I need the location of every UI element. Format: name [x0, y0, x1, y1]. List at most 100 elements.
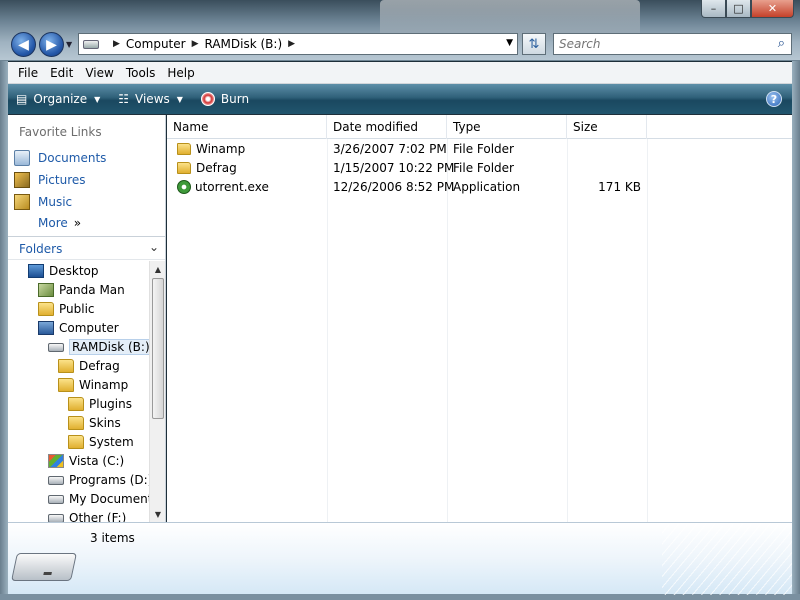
favorite-music[interactable]: Music	[14, 194, 72, 210]
favorite-more-link[interactable]: More »	[38, 216, 81, 230]
views-dropdown-icon: ▼	[176, 94, 183, 104]
column-header-date-modified[interactable]: Date modified	[327, 115, 447, 139]
scrollbar-thumb[interactable]	[152, 278, 164, 419]
tree-item-my-document[interactable]: My Document	[48, 490, 149, 508]
tree-item-label: Computer	[59, 321, 119, 335]
window-controls: – □ ✕	[701, 0, 794, 18]
file-name-cell: Winamp	[177, 142, 245, 156]
folders-header[interactable]: Folders ⌄	[8, 236, 165, 260]
tree-item-ramdisk[interactable]: RAMDisk (B:)	[48, 338, 149, 356]
file-date: 12/26/2006 8:52 PM	[333, 180, 455, 194]
views-button[interactable]: ☷ Views ▼	[118, 92, 183, 106]
drive-icon	[48, 513, 64, 522]
collapse-chevron-icon[interactable]: ⌄	[149, 240, 159, 254]
folders-header-label: Folders	[19, 242, 63, 256]
forward-button[interactable]: ▶	[39, 32, 64, 57]
menu-view[interactable]: View	[85, 66, 113, 80]
file-type: File Folder	[453, 142, 514, 156]
folder-tree-scrollbar[interactable]: ▲ ▼	[149, 261, 165, 522]
file-name: utorrent.exe	[195, 180, 269, 194]
drive-icon	[83, 39, 99, 49]
favorite-pictures[interactable]: Pictures	[14, 172, 86, 188]
breadcrumb-computer[interactable]: Computer	[126, 37, 186, 51]
views-icon: ☷	[118, 92, 130, 106]
file-row-winamp[interactable]: Winamp 3/26/2007 7:02 PM File Folder	[167, 140, 647, 159]
folder-icon	[58, 359, 74, 373]
menu-tools[interactable]: Tools	[126, 66, 156, 80]
navigation-pane: Favorite Links Documents Pictures Music …	[8, 115, 166, 522]
window-frame-left	[0, 61, 8, 600]
tree-item-label: Vista (C:)	[69, 454, 125, 468]
tree-item-plugins[interactable]: Plugins	[68, 395, 132, 413]
address-bar[interactable]: ▶ Computer ▶ RAMDisk (B:) ▶ ▼	[78, 33, 518, 55]
forward-arrow-icon: ▶	[46, 36, 57, 53]
tree-item-skins[interactable]: Skins	[68, 414, 121, 432]
file-row-utorrent[interactable]: utorrent.exe 12/26/2006 8:52 PM Applicat…	[167, 178, 647, 197]
file-name-cell: utorrent.exe	[177, 180, 269, 194]
search-icon[interactable]: ⌕	[778, 36, 785, 51]
details-pane: 3 items	[8, 522, 792, 595]
tree-item-other-f[interactable]: Other (F:)	[48, 509, 126, 522]
breadcrumb-chevron-icon[interactable]: ▶	[192, 39, 199, 49]
folder-icon	[38, 302, 54, 316]
tree-item-programs-d[interactable]: Programs (D:)	[48, 471, 149, 489]
burn-button[interactable]: Burn	[200, 92, 250, 106]
file-row-defrag[interactable]: Defrag 1/15/2007 10:22 PM File Folder	[167, 159, 647, 178]
breadcrumb-chevron-icon[interactable]: ▶	[288, 39, 295, 49]
refresh-button[interactable]: ⇅	[522, 33, 546, 55]
recent-pages-dropdown[interactable]: ▼	[66, 40, 72, 49]
tree-item-desktop[interactable]: Desktop	[28, 262, 99, 280]
tree-item-public[interactable]: Public	[38, 300, 95, 318]
favorite-more-label: More	[38, 216, 68, 230]
favorite-music-label: Music	[38, 195, 73, 209]
tree-item-label: My Document	[69, 492, 149, 506]
command-bar: ▤ Organize ▼ ☷ Views ▼ Burn ?	[8, 84, 792, 114]
tree-item-winamp[interactable]: Winamp	[58, 376, 128, 394]
menu-file[interactable]: File	[18, 66, 38, 80]
drive-icon	[48, 494, 64, 504]
folder-icon	[177, 143, 191, 155]
column-header-name[interactable]: Name	[167, 115, 327, 139]
tree-item-computer[interactable]: Computer	[38, 319, 119, 337]
help-button[interactable]: ?	[766, 91, 782, 107]
tree-item-label: System	[89, 435, 134, 449]
search-input[interactable]	[559, 37, 759, 51]
column-header-size[interactable]: Size	[567, 115, 647, 139]
favorite-documents[interactable]: Documents	[14, 150, 106, 166]
tree-item-vista-c[interactable]: Vista (C:)	[48, 452, 124, 470]
maximize-button[interactable]: □	[726, 0, 751, 18]
tree-item-defrag[interactable]: Defrag	[58, 357, 120, 375]
tree-item-label: Panda Man	[59, 283, 125, 297]
music-icon	[14, 194, 30, 210]
folder-icon	[58, 378, 74, 392]
menu-help[interactable]: Help	[167, 66, 194, 80]
back-button[interactable]: ◀	[11, 32, 36, 57]
tree-item-label: Desktop	[49, 264, 99, 278]
breadcrumb-ramdisk[interactable]: RAMDisk (B:)	[205, 37, 283, 51]
folder-tree: Desktop Panda Man Public Computer RAMDis…	[8, 261, 149, 522]
tree-item-label: Winamp	[79, 378, 129, 392]
computer-icon	[38, 321, 54, 335]
menu-edit[interactable]: Edit	[50, 66, 73, 80]
close-button[interactable]: ✕	[751, 0, 794, 18]
column-header-type[interactable]: Type	[447, 115, 567, 139]
minimize-button[interactable]: –	[701, 0, 726, 18]
tree-item-label: RAMDisk (B:)	[69, 339, 149, 355]
folder-icon	[177, 162, 191, 174]
tree-item-panda-man[interactable]: Panda Man	[38, 281, 125, 299]
breadcrumb-chevron-icon[interactable]: ▶	[113, 39, 120, 49]
file-name: Winamp	[196, 142, 246, 156]
burn-label: Burn	[220, 92, 250, 106]
search-box[interactable]: ⌕	[553, 33, 792, 55]
tree-item-system[interactable]: System	[68, 433, 134, 451]
scroll-up-arrow-icon[interactable]: ▲	[150, 261, 166, 277]
folder-icon	[68, 416, 84, 430]
address-dropdown-icon[interactable]: ▼	[506, 38, 513, 48]
tree-item-label: Programs (D:)	[69, 473, 149, 487]
drive-icon	[48, 342, 64, 352]
tree-item-label: Skins	[89, 416, 121, 430]
user-folder-icon	[38, 283, 54, 297]
scroll-down-arrow-icon[interactable]: ▼	[150, 506, 166, 522]
organize-button[interactable]: ▤ Organize ▼	[16, 92, 100, 106]
tree-item-label: Public	[59, 302, 95, 316]
